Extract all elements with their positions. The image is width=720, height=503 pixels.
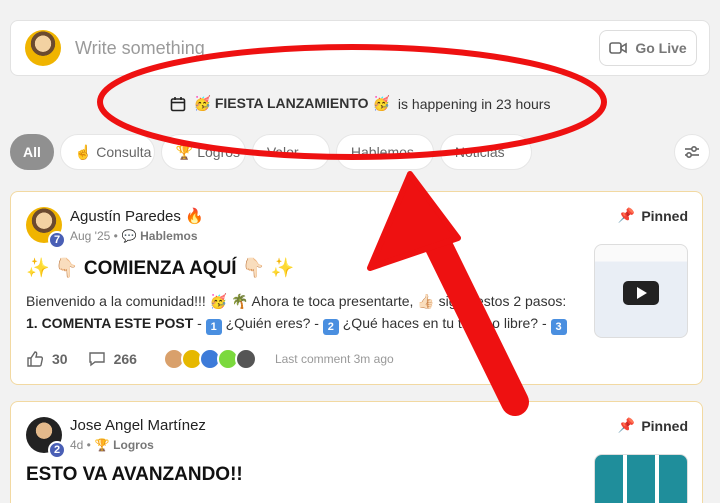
excerpt-line-steps: 1. COMENTA ESTE POST - 1 ¿Quién eres? - … bbox=[26, 312, 586, 335]
pinned-text: Pinned bbox=[641, 417, 688, 434]
author-avatar[interactable]: 2 bbox=[26, 417, 66, 459]
image-thumbnail[interactable] bbox=[594, 454, 688, 503]
like-icon[interactable] bbox=[26, 350, 44, 368]
filter-settings-button[interactable] bbox=[674, 134, 710, 170]
event-name[interactable]: 🥳 FIESTA LANZAMIENTO 🥳 bbox=[194, 95, 390, 112]
chip-all[interactable]: All bbox=[10, 134, 54, 170]
pin-icon: 📌 bbox=[617, 207, 636, 223]
number-1-icon: 1 bbox=[205, 319, 222, 335]
post-title[interactable]: ESTO VA AVANZANDO!! bbox=[26, 464, 243, 486]
excerpt-text: - bbox=[197, 315, 206, 331]
post-category[interactable]: 🏆 Logros bbox=[95, 438, 154, 452]
video-camera-icon bbox=[609, 42, 628, 54]
level-badge: 2 bbox=[48, 441, 66, 459]
excerpt-text: ¿Qué haces en tu tiempo libre? - bbox=[338, 315, 551, 331]
chip-logros[interactable]: 🏆 Logros bbox=[160, 134, 246, 170]
pin-icon: 📌 bbox=[617, 417, 636, 433]
excerpt-bold: 1. COMENTA ESTE POST bbox=[26, 315, 194, 331]
pinned-text: Pinned bbox=[641, 207, 688, 224]
write-something-input[interactable]: Write something bbox=[75, 38, 599, 59]
user-avatar bbox=[25, 30, 61, 66]
excerpt-text: ¿Quién eres? - bbox=[221, 315, 323, 331]
post-category[interactable]: 💬 Hablemos bbox=[122, 229, 198, 243]
event-banner[interactable]: 🥳 FIESTA LANZAMIENTO 🥳 is happening in 2… bbox=[0, 95, 720, 112]
author-name[interactable]: Agustín Paredes 🔥 bbox=[70, 207, 204, 225]
chip-hablemos[interactable]: Hablemos bbox=[335, 134, 434, 170]
author-avatar[interactable]: 7 bbox=[26, 207, 66, 249]
pinned-label: 📌 Pinned bbox=[618, 417, 688, 434]
number-2-icon: 2 bbox=[322, 319, 339, 335]
post-composer[interactable]: Write something Go Live bbox=[10, 20, 710, 76]
post-card[interactable]: 7 Agustín Paredes 🔥 Aug '25 • 💬 Hablemos… bbox=[10, 191, 703, 385]
like-count: 30 bbox=[52, 351, 68, 367]
go-live-label: Go Live bbox=[635, 40, 687, 56]
avatar bbox=[234, 348, 257, 370]
post-date: 4d • bbox=[70, 438, 91, 452]
video-thumbnail[interactable] bbox=[594, 244, 688, 338]
comment-icon[interactable] bbox=[88, 350, 106, 368]
post-title[interactable]: ✨ 👇🏻 COMIENZA AQUÍ 👇🏻 ✨ bbox=[26, 256, 294, 280]
go-live-button[interactable]: Go Live bbox=[599, 30, 697, 66]
commenter-avatars[interactable] bbox=[162, 348, 257, 370]
author-name[interactable]: Jose Angel Martínez bbox=[70, 417, 206, 434]
post-date: Aug '25 • bbox=[70, 229, 118, 243]
number-3-icon: 3 bbox=[550, 319, 567, 335]
post-excerpt: Bienvenido a la comunidad!!! 🥳 🌴 Ahora t… bbox=[26, 290, 586, 335]
post-card[interactable]: 2 Jose Angel Martínez 4d • 🏆 Logros 📌 Pi… bbox=[10, 401, 703, 503]
last-comment-time: Last comment 3m ago bbox=[274, 352, 394, 366]
sliders-icon bbox=[685, 145, 699, 159]
level-badge: 7 bbox=[48, 231, 66, 249]
event-countdown: is happening in 23 hours bbox=[397, 95, 551, 112]
chip-noticias[interactable]: Noticias bbox=[439, 134, 532, 170]
comment-count: 266 bbox=[113, 351, 137, 367]
chip-valor[interactable]: Valor bbox=[251, 134, 330, 170]
chip-consulta[interactable]: ☝️ Consulta bbox=[59, 134, 155, 170]
pinned-label: 📌 Pinned bbox=[618, 207, 688, 224]
play-icon bbox=[623, 281, 659, 305]
calendar-icon bbox=[170, 96, 185, 111]
excerpt-line: Bienvenido a la comunidad!!! 🥳 🌴 Ahora t… bbox=[26, 293, 567, 309]
category-filter-bar: All ☝️ Consulta 🏆 Logros Valor Hablemos … bbox=[10, 133, 710, 171]
